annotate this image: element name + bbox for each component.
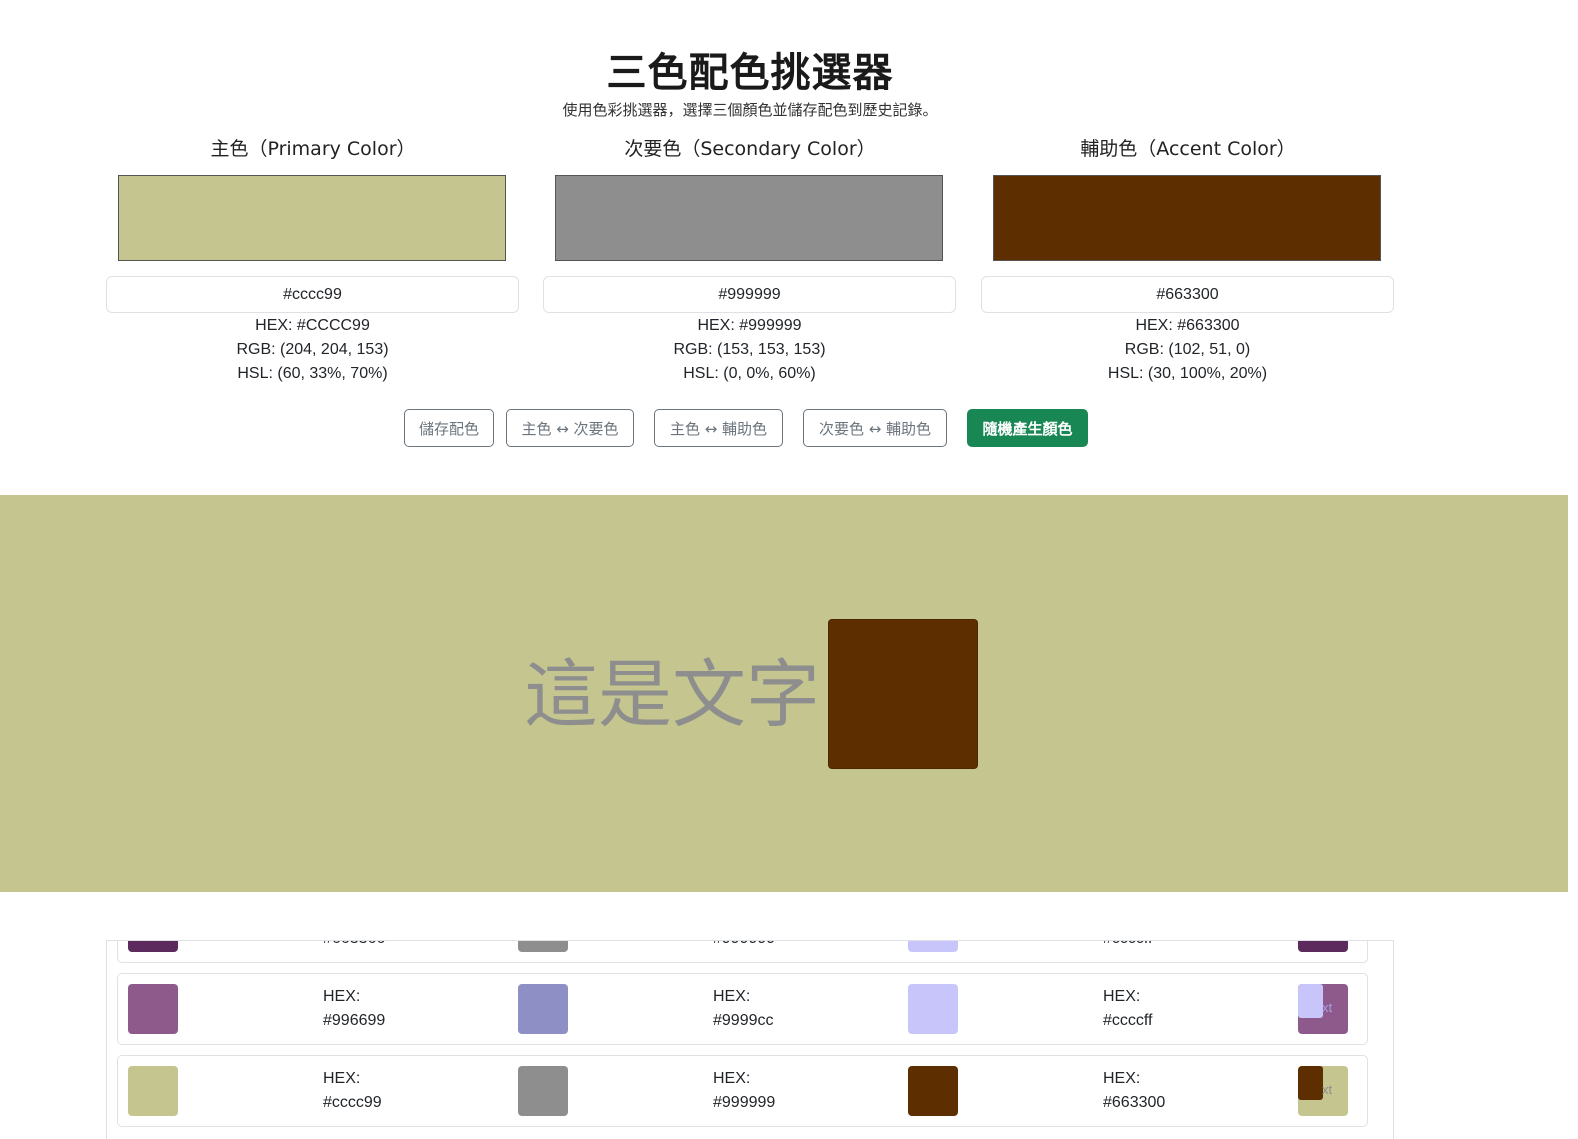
- history-secondary-label: HEX: #9999cc: [713, 988, 774, 1029]
- primary-color-heading: 主色（Primary Color）: [210, 138, 416, 160]
- page-title: 三色配色挑選器: [606, 50, 894, 96]
- history-mini-text: xt: [1322, 1082, 1333, 1097]
- history-secondary-swatch: [518, 941, 568, 952]
- history-primary-swatch: [128, 984, 178, 1034]
- secondary-color-info: HEX: #999999 RGB: (153, 153, 153) HSL: (…: [543, 314, 956, 386]
- history-row[interactable]: HEX: #cccc99 HEX: #999999 HEX: #663300 xt: [117, 1055, 1368, 1127]
- history-accent-swatch: [908, 941, 958, 952]
- secondary-color-column: 次要色（Secondary Color） HEX: #999999 RGB: (…: [543, 136, 957, 382]
- history-accent-swatch: [908, 1066, 958, 1116]
- secondary-rgb-text: RGB: (153, 153, 153): [673, 341, 826, 358]
- primary-rgb-text: RGB: (204, 204, 153): [236, 341, 389, 358]
- accent-hsl-text: HSL: (30, 100%, 20%): [1107, 365, 1268, 382]
- history-secondary-label: #999999: [713, 941, 775, 951]
- history-accent-swatch: [908, 984, 958, 1034]
- history-accent-label: #ccccff: [1103, 941, 1153, 951]
- save-palette-button[interactable]: 儲存配色: [404, 409, 494, 447]
- primary-color-picker[interactable]: [118, 175, 506, 261]
- accent-color-heading: 輔助色（Accent Color）: [1080, 138, 1296, 160]
- history-primary-label: #663366: [323, 941, 385, 951]
- preview-accent-box: [828, 619, 978, 769]
- swap-primary-secondary-button[interactable]: 主色 ↔ 次要色: [506, 409, 634, 447]
- preview-text: 這是文字: [524, 652, 820, 738]
- history-accent-label: HEX: #663300: [1103, 1070, 1166, 1111]
- history-mini-box: [1298, 1066, 1323, 1100]
- swap-primary-accent-button[interactable]: 主色 ↔ 輔助色: [654, 409, 783, 447]
- history-list[interactable]: #663366 #999999 #ccccff xt HEX:#996699 H…: [106, 940, 1394, 1139]
- primary-hex-input[interactable]: [106, 276, 519, 313]
- accent-color-picker[interactable]: [993, 175, 1381, 261]
- secondary-hex-input[interactable]: [543, 276, 956, 313]
- accent-hex-text: HEX: #663300: [1135, 317, 1240, 334]
- secondary-hex-text: HEX: #999999: [697, 317, 802, 334]
- primary-color-info: HEX: #CCCC99 RGB: (204, 204, 153) HSL: (…: [106, 314, 519, 386]
- history-secondary-swatch: [518, 984, 568, 1034]
- accent-color-column: 輔助色（Accent Color） HEX: #663300 RGB: (102…: [981, 136, 1395, 382]
- history-accent-label: HEX: #ccccff: [1103, 988, 1153, 1029]
- history-primary-label: HEX: #cccc99: [323, 1070, 382, 1111]
- history-row[interactable]: HEX: #996699 HEX: #9999cc HEX: #ccccff xt: [117, 973, 1368, 1045]
- history-secondary-swatch: [518, 1066, 568, 1116]
- history-mini-preview: xt: [1298, 941, 1348, 952]
- history-mini-text: xt: [1322, 1000, 1333, 1015]
- secondary-color-picker[interactable]: [555, 175, 943, 261]
- history-row[interactable]: #663366 #999999 #ccccff xt: [117, 941, 1368, 963]
- history-mini-box: [1298, 984, 1323, 1018]
- secondary-hsl-text: HSL: (0, 0%, 60%): [683, 365, 816, 382]
- accent-hex-input[interactable]: [981, 276, 1394, 313]
- secondary-color-heading: 次要色（Secondary Color）: [624, 138, 876, 160]
- history-mini-preview: xt: [1298, 1066, 1348, 1116]
- history-primary-swatch: [128, 941, 178, 952]
- random-colors-button[interactable]: 隨機產生顏色: [967, 409, 1088, 447]
- page-subtitle: 使用色彩挑選器，選擇三個顏色並儲存配色到歷史記錄。: [562, 101, 938, 119]
- history-primary-swatch: [128, 1066, 178, 1116]
- history-mini-preview: xt: [1298, 984, 1348, 1034]
- primary-hex-text: HEX: #CCCC99: [255, 317, 370, 334]
- primary-hsl-text: HSL: (60, 33%, 70%): [237, 365, 388, 382]
- history-primary-label: HEX: #996699: [323, 988, 386, 1029]
- swap-secondary-accent-button[interactable]: 次要色 ↔ 輔助色: [803, 409, 947, 447]
- primary-color-column: 主色（Primary Color） HEX: #CCCC99 RGB: (204…: [106, 136, 520, 382]
- history-secondary-label: HEX: #999999: [713, 1070, 776, 1111]
- accent-color-info: HEX: #663300 RGB: (102, 51, 0) HSL: (30,…: [981, 314, 1394, 386]
- accent-rgb-text: RGB: (102, 51, 0): [1124, 341, 1251, 358]
